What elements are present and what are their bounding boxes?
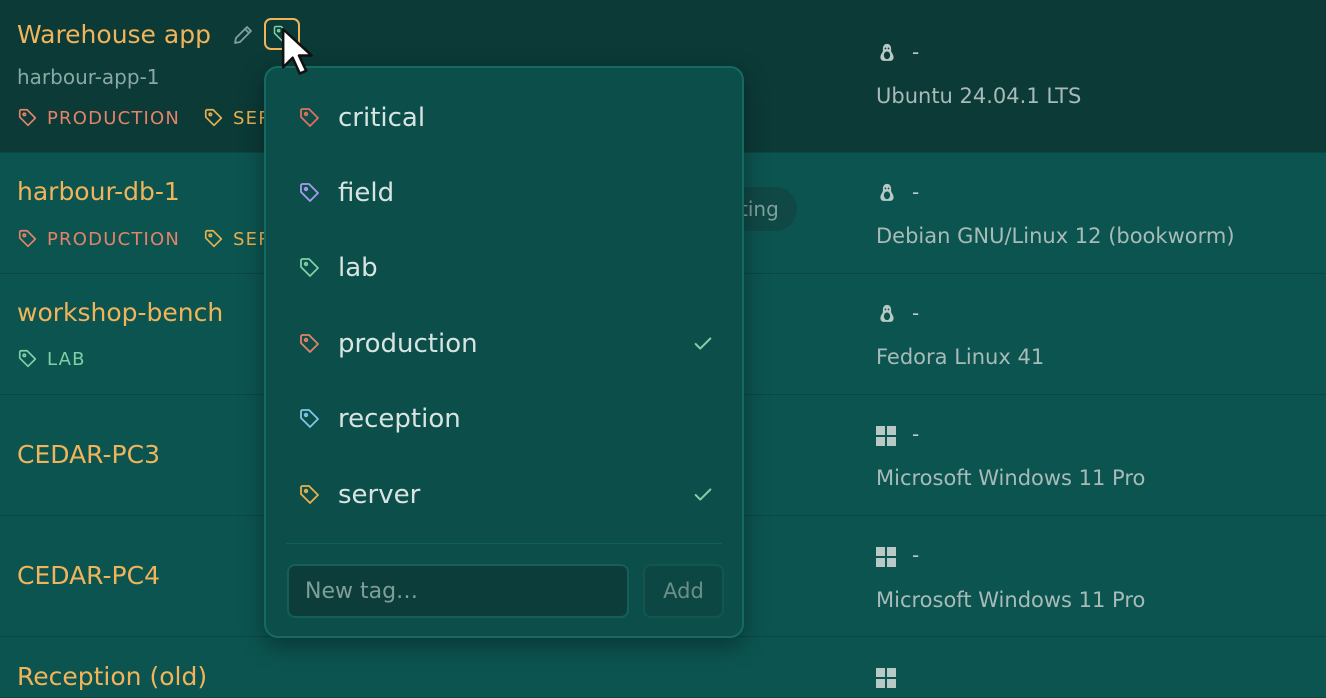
- linux-penguin-icon: [880, 43, 894, 61]
- tag-option-reception[interactable]: reception: [266, 389, 742, 449]
- device-name[interactable]: harbour-db-1: [17, 177, 180, 206]
- tag-icon: [18, 229, 37, 248]
- tag-option-production[interactable]: production: [266, 314, 742, 374]
- checkmark-icon: [694, 488, 712, 501]
- device-name[interactable]: Reception (old): [17, 662, 207, 691]
- tag-option-lab[interactable]: lab: [266, 238, 742, 298]
- device-name[interactable]: CEDAR-PC4: [17, 561, 160, 590]
- checkmark-icon: [694, 337, 712, 350]
- windows-icon: [876, 426, 896, 446]
- new-tag-input[interactable]: [287, 564, 629, 618]
- tag-option-label: field: [338, 178, 395, 208]
- os-name: Microsoft Windows 11 Pro: [876, 466, 1146, 490]
- tag-icon: [300, 409, 319, 428]
- os-name: Ubuntu 24.04.1 LTS: [876, 84, 1082, 108]
- tag-chip-production: PRODUCTION: [17, 107, 180, 129]
- linux-penguin-icon: [880, 183, 894, 201]
- tag-option-label: server: [338, 480, 421, 510]
- tag-chip-server: SER: [203, 107, 272, 129]
- os-version: -: [912, 422, 920, 446]
- linux-penguin-icon: [880, 304, 894, 322]
- os-version: -: [912, 301, 920, 325]
- tag-option-field[interactable]: field: [266, 163, 742, 223]
- edit-pencil-icon[interactable]: [230, 22, 256, 48]
- tag-option-label: lab: [338, 253, 378, 283]
- tag-chip-production: PRODUCTION: [17, 228, 180, 250]
- mouse-cursor-icon: [281, 27, 313, 75]
- tag-icon: [300, 108, 319, 127]
- os-version: -: [912, 543, 920, 567]
- os-version: -: [912, 180, 920, 204]
- tag-chip-server: SER: [203, 228, 272, 250]
- tag-icon: [300, 485, 319, 504]
- device-name[interactable]: workshop-bench: [17, 298, 223, 327]
- tag-option-critical[interactable]: critical: [266, 88, 742, 148]
- windows-icon: [876, 668, 896, 688]
- tag-icon: [300, 183, 319, 202]
- device-name[interactable]: CEDAR-PC3: [17, 440, 160, 469]
- windows-icon: [876, 547, 896, 567]
- tag-option-label: reception: [338, 404, 461, 434]
- tag-chip-lab: LAB: [17, 348, 86, 370]
- device-name[interactable]: Warehouse app: [17, 20, 211, 49]
- tag-icon: [300, 258, 319, 277]
- tag-option-server[interactable]: server: [266, 465, 742, 525]
- device-hostname: harbour-app-1: [17, 65, 160, 89]
- divider: [286, 543, 722, 544]
- os-name: Fedora Linux 41: [876, 345, 1045, 369]
- os-name: Microsoft Windows 11 Pro: [876, 588, 1146, 612]
- os-name: Debian GNU/Linux 12 (bookworm): [876, 224, 1235, 248]
- add-tag-button[interactable]: Add: [643, 564, 724, 618]
- table-row[interactable]: Reception (old): [0, 637, 1326, 698]
- tag-icon: [18, 349, 37, 368]
- tag-selector-popover: critical field lab production reception …: [264, 66, 744, 638]
- tag-icon: [300, 334, 319, 353]
- tag-icon: [204, 229, 223, 248]
- tag-icon: [18, 108, 37, 127]
- os-version: -: [912, 40, 920, 64]
- tag-icon: [204, 108, 223, 127]
- tag-option-label: production: [338, 329, 478, 359]
- tag-option-label: critical: [338, 103, 426, 133]
